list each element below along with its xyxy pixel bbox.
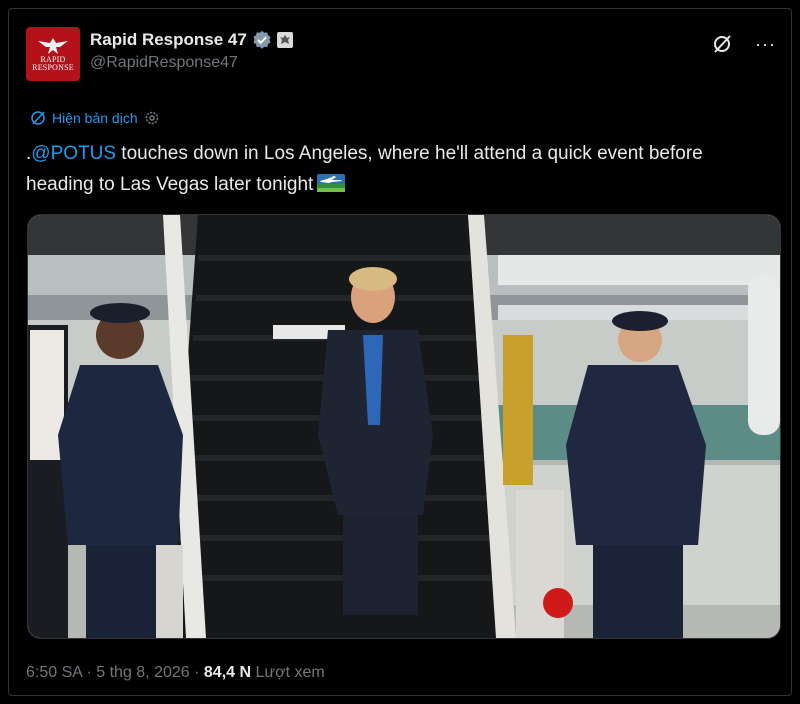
eagle-logo-icon bbox=[38, 38, 68, 54]
tweet-time[interactable]: 6:50 SA bbox=[26, 664, 82, 681]
tweet-body: touches down in Los Angeles, where he'll… bbox=[26, 143, 703, 195]
account-handle[interactable]: @RapidResponse47 bbox=[90, 54, 293, 72]
verified-badge-icon[interactable] bbox=[252, 30, 272, 50]
tweet-text: .@POTUS touches down in Los Angeles, whe… bbox=[26, 138, 766, 200]
meta-separator: · bbox=[189, 664, 204, 681]
avatar-logo-text: RAPID RESPONSE bbox=[32, 55, 74, 72]
avatar[interactable]: RAPID RESPONSE bbox=[26, 27, 80, 81]
view-count: 84,4 N bbox=[203, 664, 252, 681]
video-frame[interactable] bbox=[28, 215, 780, 638]
mention-link[interactable]: @POTUS bbox=[31, 143, 116, 164]
translate-icon bbox=[31, 111, 45, 125]
tweet-date[interactable]: 5 thg 8, 2026 bbox=[96, 664, 189, 681]
government-badge-icon[interactable] bbox=[276, 32, 293, 48]
settings-icon[interactable] bbox=[144, 110, 160, 126]
tweet-video[interactable] bbox=[27, 214, 781, 639]
meta-separator: · bbox=[82, 664, 97, 681]
translate-label: Hiện bản dịch bbox=[52, 110, 138, 126]
translate-link[interactable]: Hiện bản dịch bbox=[30, 110, 160, 126]
tweet-meta: 6:50 SA · 5 thg 8, 2026 · 84,4 N Lượt xe… bbox=[26, 664, 325, 682]
tweet-header: RAPID RESPONSE Rapid Response 47 @RapidR… bbox=[26, 27, 786, 83]
grok-icon[interactable] bbox=[711, 33, 733, 55]
airplane-flag-icon bbox=[317, 174, 346, 192]
views-label: Lượt xem bbox=[251, 664, 325, 681]
display-name[interactable]: Rapid Response 47 bbox=[90, 30, 247, 50]
more-icon[interactable]: ··· bbox=[755, 35, 776, 53]
